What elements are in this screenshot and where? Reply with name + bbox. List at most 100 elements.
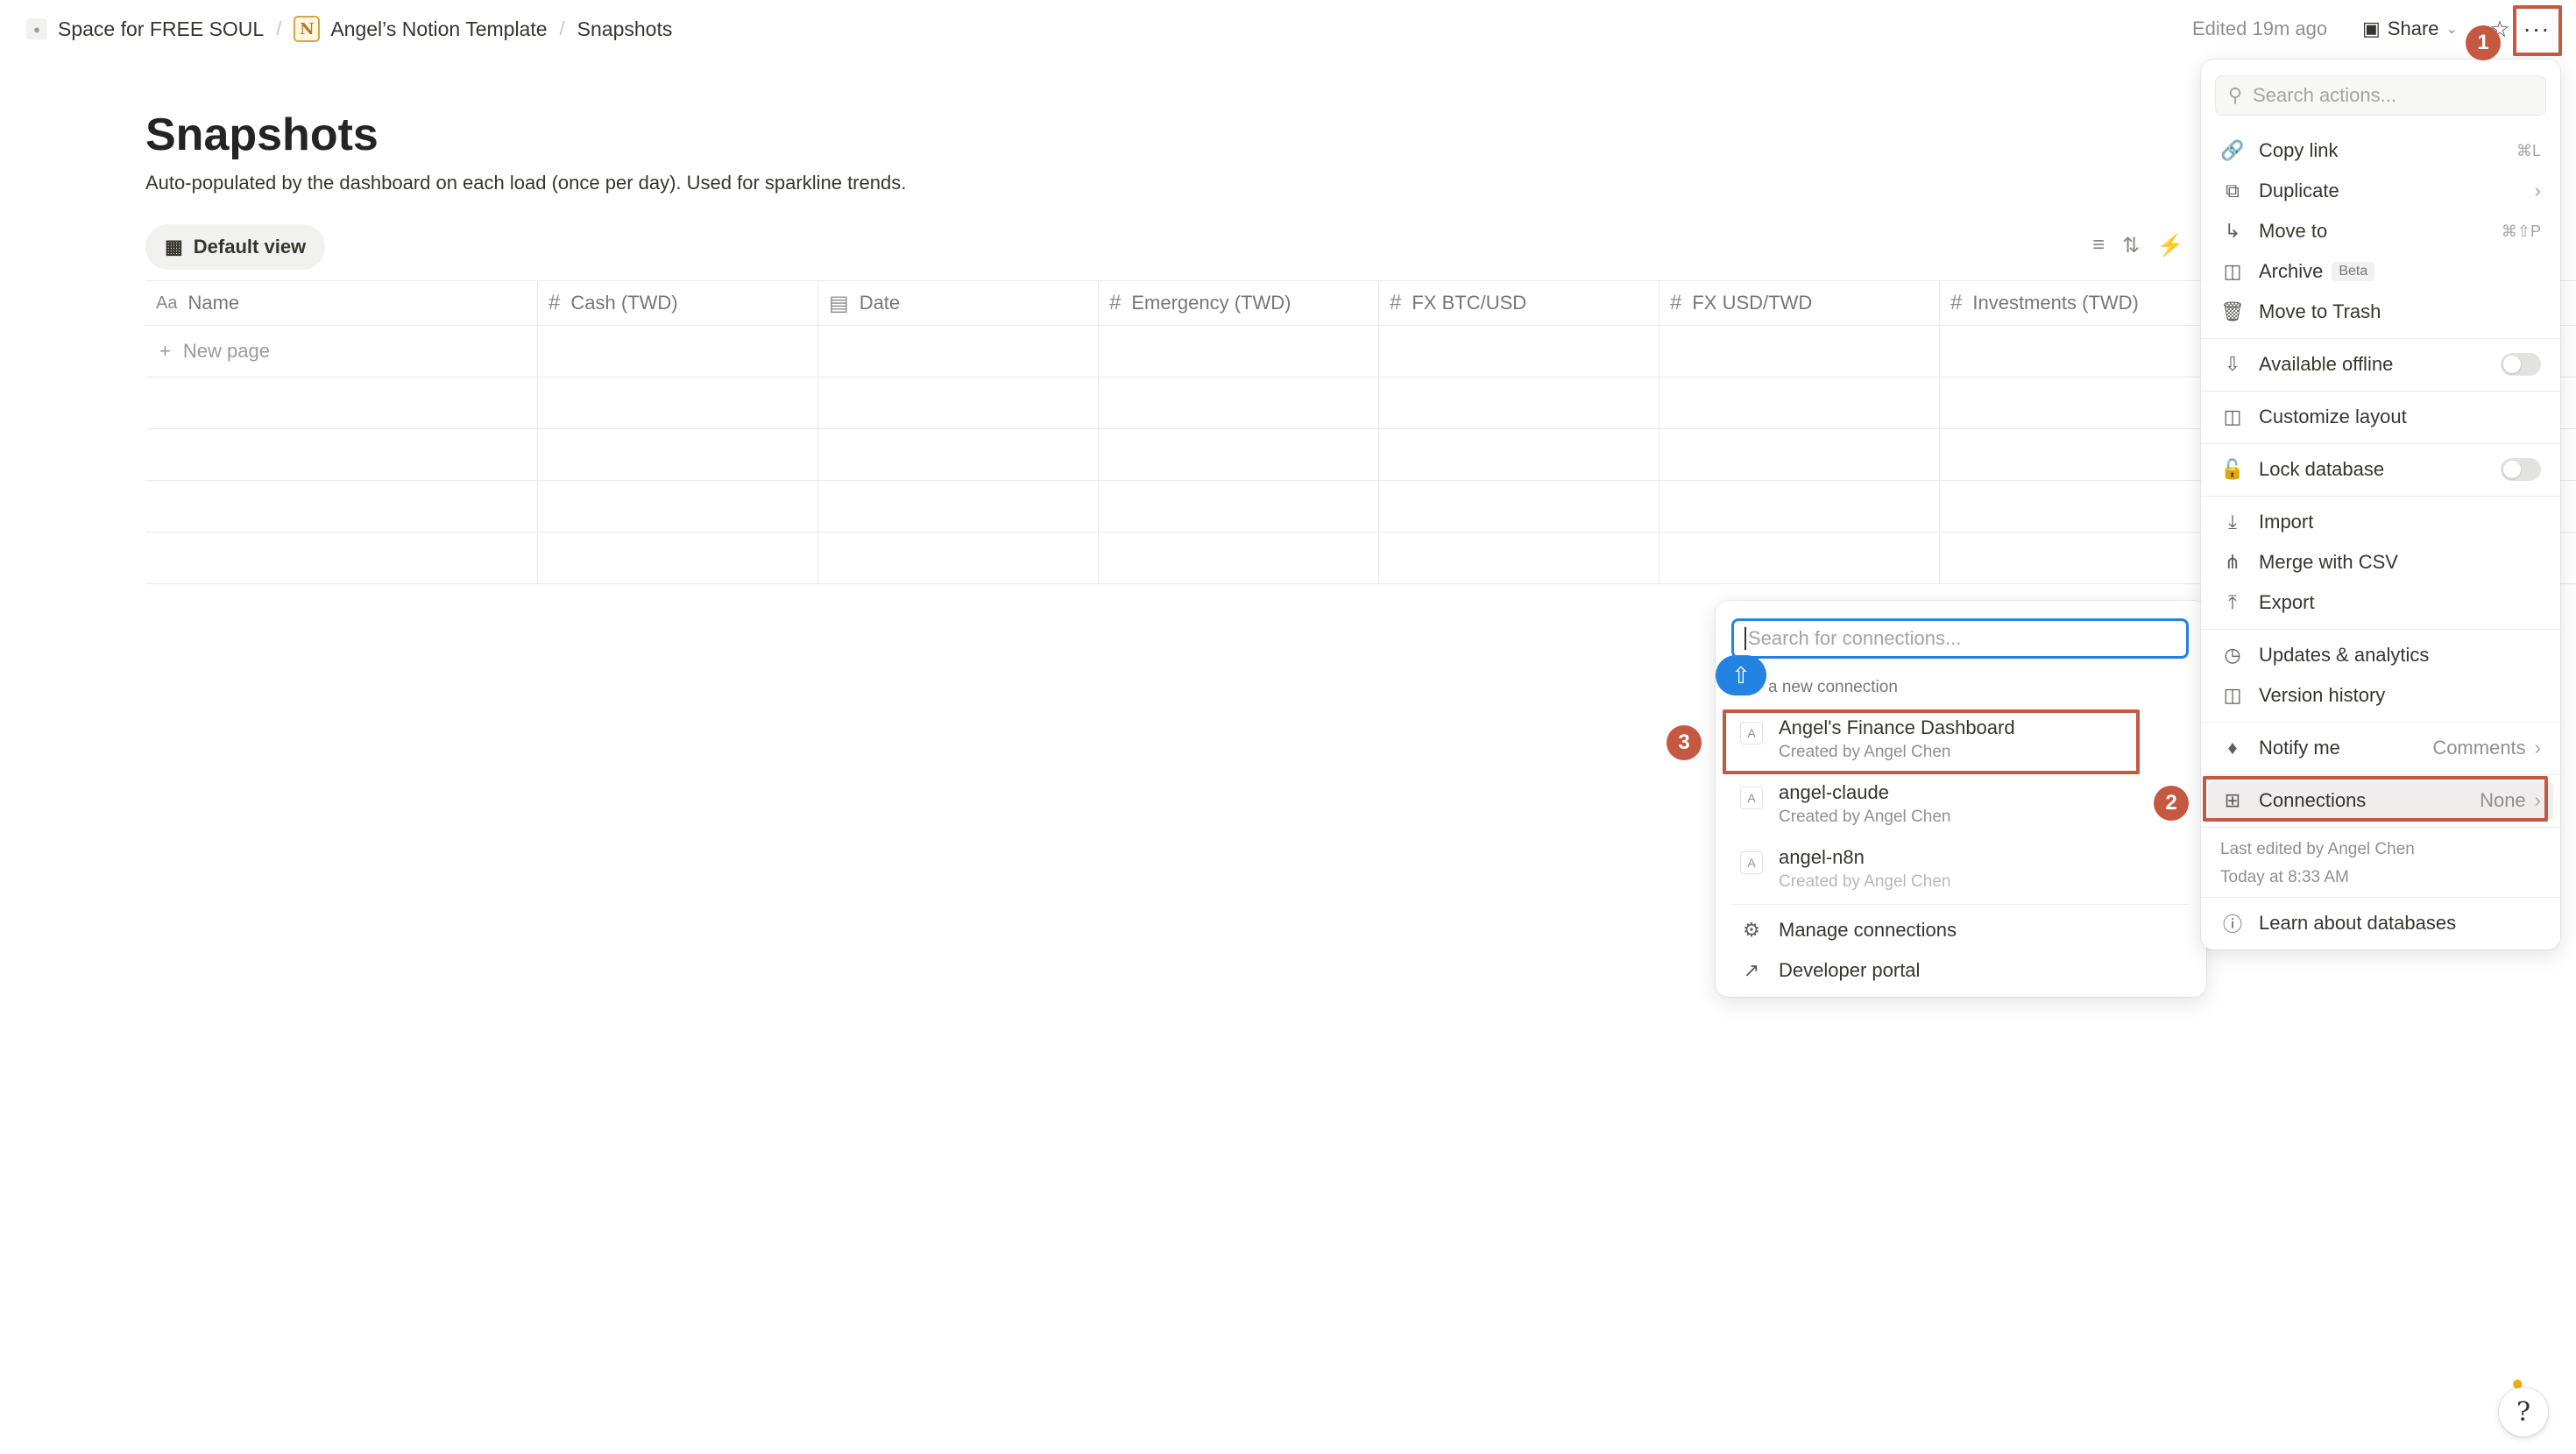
manage-connections-button[interactable]: ⚙ Manage connections	[1731, 911, 2189, 949]
table-cell[interactable]	[818, 481, 1099, 532]
column-header-date[interactable]: ▤ Date	[818, 281, 1099, 325]
column-header-cash[interactable]: # Cash (TWD)	[538, 281, 818, 325]
breadcrumb-template[interactable]: N Angel’s Notion Template	[294, 16, 548, 42]
shortcut-hint: ⌘⇧P	[2501, 222, 2541, 240]
connection-item-angel-n8n[interactable]: A angel-n8n Created by Angel Chen	[1731, 839, 2189, 902]
table-cell[interactable]	[538, 378, 818, 428]
connection-item-angel-claude[interactable]: A angel-claude Created by Angel Chen	[1731, 774, 2189, 837]
menu-item-label: Merge with CSV	[2259, 551, 2398, 573]
table-cell[interactable]	[145, 481, 538, 532]
edited-status[interactable]: Edited 19m ago	[2192, 18, 2327, 40]
available-offline-toggle[interactable]	[2501, 353, 2541, 376]
column-header-fx-btc[interactable]: # FX BTC/USD	[1379, 281, 1660, 325]
upload-icon[interactable]: ⇧	[1716, 655, 1766, 695]
table-cell[interactable]	[818, 429, 1099, 480]
column-label: FX USD/TWD	[1692, 292, 1813, 314]
table-cell[interactable]	[1660, 326, 1940, 377]
breadcrumb: ● Space for FREE SOUL / N Angel’s Notion…	[26, 12, 672, 46]
table-cell[interactable]	[1940, 429, 2220, 480]
table-cell[interactable]	[1660, 481, 1940, 532]
breadcrumb-workspace[interactable]: ● Space for FREE SOUL	[26, 18, 264, 41]
table-cell[interactable]	[145, 429, 538, 480]
developer-portal-link[interactable]: ↗ Developer portal	[1731, 951, 2189, 990]
table-cell[interactable]	[538, 429, 818, 480]
table-cell[interactable]	[538, 326, 818, 377]
table-cell[interactable]	[145, 533, 538, 583]
actions-search-input[interactable]: ⚲ Search actions...	[2215, 75, 2546, 116]
table-cell[interactable]	[538, 481, 818, 532]
connections-search-input[interactable]: Search for connections...	[1731, 618, 2189, 659]
table-cell[interactable]	[1099, 533, 1379, 583]
notify-me-item[interactable]: ♦ Notify me Comments ›	[2208, 729, 2553, 767]
link-icon: 🔗	[2220, 139, 2245, 161]
breadcrumb-label: Snapshots	[577, 17, 673, 40]
divider	[2201, 722, 2560, 723]
menu-item-label: Lock database	[2259, 458, 2385, 480]
table-cell[interactable]	[145, 378, 538, 428]
table-cell[interactable]	[1099, 326, 1379, 377]
table-cell[interactable]	[1940, 326, 2220, 377]
table-cell[interactable]	[1099, 481, 1379, 532]
table-cell[interactable]	[1660, 429, 1940, 480]
lock-database-toggle[interactable]	[2501, 458, 2541, 481]
table-cell[interactable]	[538, 533, 818, 583]
notion-n-icon: N	[294, 16, 321, 42]
table-cell[interactable]	[1379, 378, 1660, 428]
merge-csv-item[interactable]: ⋔ Merge with CSV	[2208, 543, 2553, 582]
table-cell[interactable]	[818, 326, 1099, 377]
sort-icon[interactable]: ⇅	[2122, 233, 2140, 258]
available-offline-item[interactable]: ⇩ Available offline	[2208, 345, 2553, 384]
share-button[interactable]: ▣ Share ⌄	[2353, 11, 2466, 47]
help-button[interactable]: ?	[2499, 1387, 2548, 1436]
copy-link-item[interactable]: 🔗 Copy link ⌘L	[2208, 131, 2553, 170]
connection-name: angel-n8n	[1779, 846, 1865, 868]
menu-item-label: Move to Trash	[2259, 300, 2381, 322]
filter-icon[interactable]: ≡	[2092, 233, 2105, 258]
export-item[interactable]: ⤒ Export	[2208, 583, 2553, 622]
divider	[2201, 443, 2560, 444]
number-property-icon: #	[1109, 291, 1122, 314]
bell-icon: ♦	[2227, 737, 2238, 759]
divider	[1731, 904, 2189, 905]
table-cell[interactable]	[1099, 429, 1379, 480]
breadcrumb-current[interactable]: Snapshots	[577, 18, 673, 41]
version-history-item[interactable]: ◫ Version history	[2208, 676, 2553, 715]
table-cell[interactable]	[1940, 481, 2220, 532]
column-header-emergency[interactable]: # Emergency (TWD)	[1099, 281, 1379, 325]
new-page-button[interactable]: + New page	[145, 326, 538, 377]
automation-icon[interactable]: ⚡	[2157, 233, 2183, 258]
import-item[interactable]: ⤓ Import	[2208, 503, 2553, 541]
table-cell[interactable]	[1940, 533, 2220, 583]
annotation-badge-1: 1	[2466, 25, 2501, 60]
add-connection-section-label: a new connection	[1768, 678, 1898, 696]
updates-analytics-item[interactable]: ◷ Updates & analytics	[2208, 636, 2553, 674]
table-cell[interactable]	[1940, 378, 2220, 428]
table-cell[interactable]	[818, 533, 1099, 583]
table-cell[interactable]	[1099, 378, 1379, 428]
table-cell[interactable]	[1379, 429, 1660, 480]
table-cell[interactable]	[1379, 326, 1660, 377]
move-to-item[interactable]: ↳ Move to ⌘⇧P	[2208, 212, 2553, 251]
connection-name: angel-claude	[1779, 781, 1889, 803]
lock-database-item[interactable]: 🔓 Lock database	[2208, 450, 2553, 489]
view-tab-default[interactable]: ▦ Default view	[145, 224, 326, 270]
move-to-trash-item[interactable]: 🗑 Move to Trash	[2208, 293, 2553, 331]
last-edited-by: Last edited by Angel Chen	[2220, 840, 2415, 858]
table-cell[interactable]	[1660, 378, 1940, 428]
customize-layout-item[interactable]: ◫ Customize layout	[2208, 398, 2553, 436]
archive-item[interactable]: ◫ Archive Beta	[2208, 252, 2553, 291]
column-header-investments[interactable]: # Investments (TWD)	[1940, 281, 2220, 325]
table-cell[interactable]	[1379, 533, 1660, 583]
calendar-icon: ▤	[829, 291, 849, 315]
table-cell[interactable]	[818, 378, 1099, 428]
column-header-fx-usd[interactable]: # FX USD/TWD	[1660, 281, 1940, 325]
duplicate-item[interactable]: ⧉ Duplicate ›	[2208, 172, 2553, 210]
trash-icon: 🗑	[2220, 300, 2245, 322]
learn-databases-link[interactable]: ⓘ Learn about databases	[2208, 904, 2553, 942]
table-cell[interactable]	[1660, 533, 1940, 583]
clock-icon: ◷	[2224, 644, 2241, 666]
import-icon: ⤓	[2228, 511, 2237, 533]
breadcrumb-label: Angel’s Notion Template	[330, 17, 548, 40]
table-cell[interactable]	[1379, 481, 1660, 532]
column-header-name[interactable]: Aa Name	[145, 281, 538, 325]
